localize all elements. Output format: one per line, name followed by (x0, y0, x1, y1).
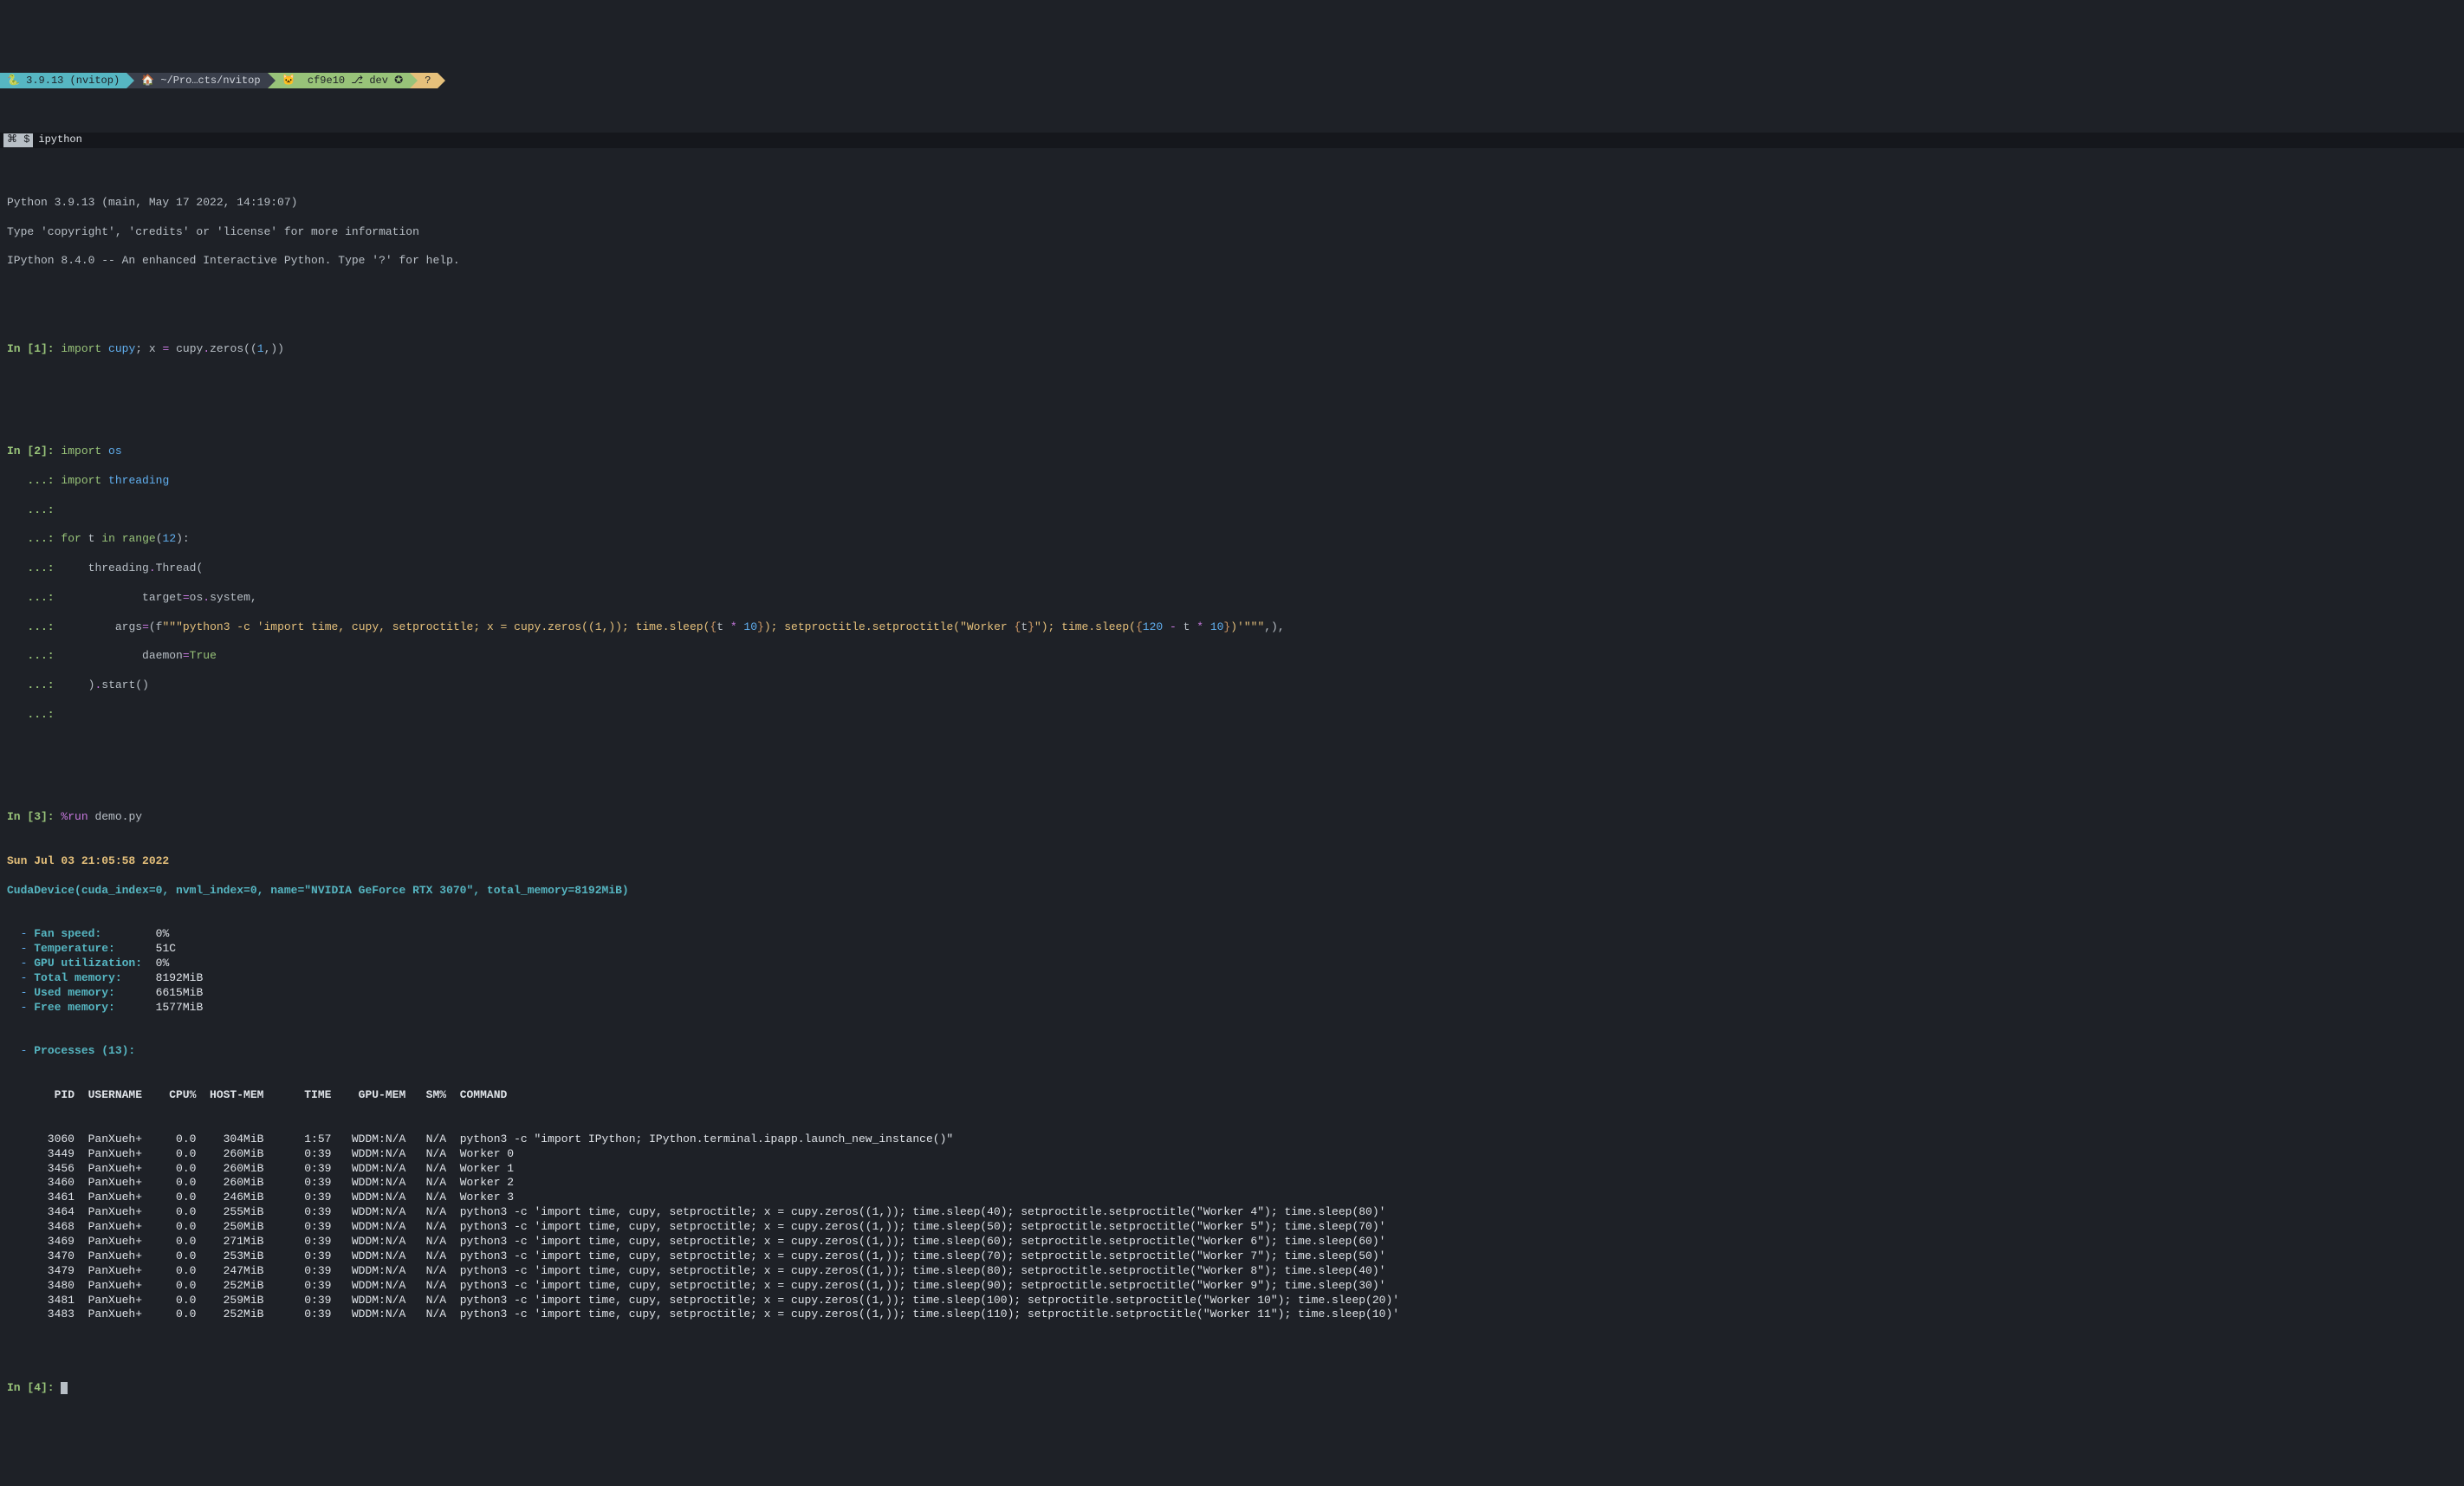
in-prompt: In [1]: (7, 342, 61, 355)
stat-row: - Used memory:6615MiB (7, 986, 2457, 1001)
table-row: 3460 PanXueh+ 0.0 260MiB 0:39 WDDM:N/A N… (7, 1176, 2457, 1191)
table-row: 3480 PanXueh+ 0.0 252MiB 0:39 WDDM:N/A N… (7, 1279, 2457, 1294)
table-row: 3456 PanXueh+ 0.0 260MiB 0:39 WDDM:N/A N… (7, 1162, 2457, 1177)
stat-row: - Free memory:1577MiB (7, 1001, 2457, 1016)
cuda-device-line: CudaDevice(cuda_index=0, nvml_index=0, n… (7, 884, 2457, 899)
table-row: 3479 PanXueh+ 0.0 247MiB 0:39 WDDM:N/A N… (7, 1264, 2457, 1279)
table-row: 3461 PanXueh+ 0.0 246MiB 0:39 WDDM:N/A N… (7, 1191, 2457, 1205)
processes-header: - Processes (13): (7, 1044, 2457, 1059)
process-table-header: PID USERNAME CPU% HOST-MEM TIME GPU-MEM … (7, 1088, 2457, 1103)
process-table-body: 3060 PanXueh+ 0.0 304MiB 1:57 WDDM:N/A N… (7, 1132, 2457, 1323)
tab-bar: ⌘ $ ipython (0, 133, 2464, 148)
table-row: 3469 PanXueh+ 0.0 271MiB 0:39 WDDM:N/A N… (7, 1235, 2457, 1249)
tab-title[interactable]: ipython (38, 133, 81, 147)
terminal[interactable]: Python 3.9.13 (main, May 17 2022, 14:19:… (0, 178, 2464, 1428)
stat-row: - GPU utilization:0% (7, 957, 2457, 971)
input-cell-2: In [2]: import os ...: import threading … (7, 430, 2457, 737)
stat-row: - Fan speed:0% (7, 927, 2457, 942)
stat-row: - Total memory:8192MiB (7, 971, 2457, 986)
in-prompt: In [3]: (7, 810, 61, 823)
status-python: 🐍 3.9.13 (nvitop) (0, 73, 126, 88)
kw-import: import (61, 342, 101, 355)
separator-icon (410, 73, 418, 88)
table-row: 3468 PanXueh+ 0.0 250MiB 0:39 WDDM:N/A N… (7, 1220, 2457, 1235)
input-cell-3: In [3]: %run demo.py (7, 810, 2457, 825)
banner-line: IPython 8.4.0 -- An enhanced Interactive… (7, 254, 2457, 269)
status-bar: 🐍 3.9.13 (nvitop) 🏠 ~/Pro…cts/nvitop 🐱 c… (0, 73, 2464, 88)
in-prompt: In [2]: (7, 445, 61, 457)
banner-line: Python 3.9.13 (main, May 17 2022, 14:19:… (7, 196, 2457, 211)
table-row: 3470 PanXueh+ 0.0 253MiB 0:39 WDDM:N/A N… (7, 1249, 2457, 1264)
input-cell-1: In [1]: import cupy; x = cupy.zeros((1,)… (7, 342, 2457, 357)
table-row: 3464 PanXueh+ 0.0 255MiB 0:39 WDDM:N/A N… (7, 1205, 2457, 1220)
table-row: 3449 PanXueh+ 0.0 260MiB 0:39 WDDM:N/A N… (7, 1147, 2457, 1162)
status-path: 🏠 ~/Pro…cts/nvitop (134, 73, 267, 88)
banner-line: Type 'copyright', 'credits' or 'license'… (7, 225, 2457, 240)
input-cell-4[interactable]: In [4]: (7, 1381, 2457, 1396)
separator-icon (126, 73, 134, 88)
status-git: 🐱 cf9e10 ⎇ dev ✪ (276, 73, 411, 88)
tab-index-chip[interactable]: ⌘ $ (3, 133, 33, 147)
table-row: 3483 PanXueh+ 0.0 252MiB 0:39 WDDM:N/A N… (7, 1308, 2457, 1322)
separator-icon (438, 73, 445, 88)
stat-row: - Temperature:51C (7, 942, 2457, 957)
timestamp: Sun Jul 03 21:05:58 2022 (7, 854, 2457, 869)
cursor (61, 1382, 68, 1394)
mod-cupy: cupy (108, 342, 135, 355)
device-stats: - Fan speed:0% - Temperature:51C - GPU u… (7, 927, 2457, 1015)
table-row: 3481 PanXueh+ 0.0 259MiB 0:39 WDDM:N/A N… (7, 1294, 2457, 1308)
status-help[interactable]: ? (418, 73, 438, 88)
in-prompt: In [4]: (7, 1381, 61, 1394)
separator-icon (268, 73, 276, 88)
table-row: 3060 PanXueh+ 0.0 304MiB 1:57 WDDM:N/A N… (7, 1132, 2457, 1147)
